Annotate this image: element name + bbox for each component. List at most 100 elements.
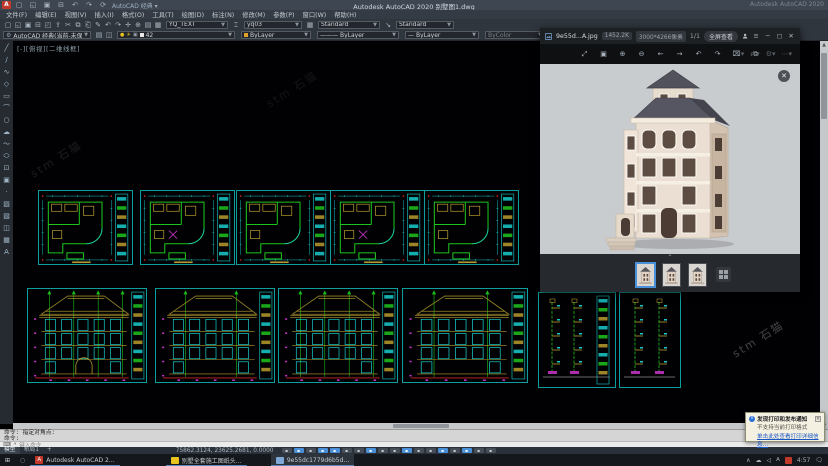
viewport-controls[interactable]: [-][俯视][二维线框] bbox=[17, 43, 80, 53]
fullscreen-view-button[interactable]: 全屏查看 bbox=[704, 31, 738, 42]
menu-item[interactable]: 参数(P) bbox=[273, 10, 294, 19]
point-tool-icon[interactable]: · bbox=[5, 188, 7, 197]
menu-item[interactable]: 文件(F) bbox=[6, 10, 27, 19]
line-tool-icon[interactable]: ╱ bbox=[4, 44, 8, 53]
open-icon[interactable]: ◱ bbox=[13, 20, 23, 30]
layout-tab[interactable]: + bbox=[43, 447, 56, 454]
status-toggle-icon[interactable]: ▪ bbox=[402, 448, 412, 453]
popup-close-icon[interactable]: ✕ bbox=[815, 416, 821, 422]
zoomout-icon[interactable]: ⊖ bbox=[637, 49, 647, 59]
new-icon[interactable]: ▢ bbox=[3, 20, 13, 30]
object-color-combo[interactable]: ByLayer▼ bbox=[241, 31, 311, 39]
zoom-icon[interactable]: ⊕ bbox=[133, 20, 143, 30]
plot-style-combo[interactable]: ByColor▼ bbox=[485, 31, 545, 39]
pan-icon[interactable]: ✛ bbox=[123, 20, 133, 30]
notification-icon[interactable]: 🗨 bbox=[815, 457, 823, 464]
status-toggle-icon[interactable]: ▪ bbox=[426, 448, 436, 453]
plot-icon[interactable]: ⊟ bbox=[33, 20, 43, 30]
viewer-maximize-button[interactable]: ◻ bbox=[776, 32, 784, 40]
rotateleft-icon[interactable]: ↶ bbox=[694, 49, 704, 59]
properties-icon[interactable]: ▤ bbox=[143, 20, 153, 30]
save-icon[interactable]: ▣ bbox=[23, 20, 33, 30]
match-icon[interactable]: ✎ bbox=[93, 20, 103, 30]
volume-icon[interactable]: ◁ bbox=[767, 457, 772, 464]
preview-icon[interactable]: ◰ bbox=[43, 20, 53, 30]
insert-tool-icon[interactable]: ⊡ bbox=[4, 164, 10, 173]
edit-icon[interactable]: ✎▾ bbox=[735, 50, 744, 58]
lineweight-combo[interactable]: — ByLayer▼ bbox=[405, 31, 479, 39]
next-icon[interactable]: → bbox=[675, 49, 685, 59]
layer-states-icon[interactable]: ◫ bbox=[104, 30, 114, 40]
hatch-tool-icon[interactable]: ▨ bbox=[3, 200, 10, 209]
status-toggle-icon[interactable]: ▪ bbox=[390, 448, 400, 453]
menu-item[interactable]: 绘图(D) bbox=[182, 10, 204, 19]
menu-item[interactable]: 标注(N) bbox=[212, 10, 234, 19]
taskbar-app-folder[interactable]: 别墅全套施工图纸头… bbox=[166, 454, 247, 466]
spline-tool-icon[interactable]: ～ bbox=[3, 140, 10, 149]
redo-icon[interactable]: ↷ bbox=[113, 20, 123, 30]
status-toggle-icon[interactable]: ▪ bbox=[474, 448, 484, 453]
undo-icon[interactable]: ↶ bbox=[103, 20, 113, 30]
menu-item[interactable]: 帮助(H) bbox=[334, 10, 356, 19]
table-tool-icon[interactable]: ▦ bbox=[3, 236, 10, 245]
scroll-up-arrow[interactable]: ▲ bbox=[820, 41, 828, 49]
workspace-combo[interactable]: ⚙ AutoCAD 经典(当前-未保存) ▼ bbox=[3, 31, 91, 39]
status-toggle-icon[interactable]: ▪ bbox=[378, 448, 388, 453]
status-toggle-icon[interactable]: ▪ bbox=[306, 448, 316, 453]
status-toggle-icon[interactable]: ▪ bbox=[486, 448, 496, 453]
rotateright-icon[interactable]: ↷ bbox=[713, 49, 723, 59]
region-tool-icon[interactable]: ◫ bbox=[3, 224, 10, 233]
vertical-scrollbar[interactable]: ▲ ▼ bbox=[820, 41, 828, 430]
command-history[interactable]: 命令: 指定对角点:命令: bbox=[0, 429, 828, 441]
status-toggle-icon[interactable]: ▪ bbox=[330, 448, 340, 453]
table-style-combo[interactable]: Standard▼ bbox=[318, 21, 380, 29]
revcloud-tool-icon[interactable]: ☁ bbox=[3, 128, 10, 137]
xline-tool-icon[interactable]: ∕ bbox=[5, 56, 7, 65]
ellipse-tool-icon[interactable]: ⬭ bbox=[4, 152, 10, 161]
mleader-style-combo[interactable]: Standard▼ bbox=[396, 21, 454, 29]
taskbar-search-icon[interactable]: ○ bbox=[15, 454, 30, 466]
block-tool-icon[interactable]: ▣ bbox=[3, 176, 10, 185]
menu-item[interactable]: 工具(T) bbox=[152, 10, 173, 19]
user-icon[interactable] bbox=[742, 32, 748, 40]
menu-item[interactable]: 修改(M) bbox=[242, 10, 265, 19]
rectangle-tool-icon[interactable]: ▭ bbox=[3, 92, 10, 101]
status-toggle-icon[interactable]: ▪ bbox=[342, 448, 352, 453]
network-icon[interactable]: ☁ bbox=[756, 457, 762, 464]
taskbar-app-autocad[interactable]: A Autodesk AutoCAD 2… bbox=[30, 454, 120, 466]
dim-style-combo[interactable]: yq03▼ bbox=[244, 21, 302, 29]
popup-link[interactable]: 单击此处查看打印详细信息… bbox=[749, 432, 821, 448]
prev-icon[interactable]: ← bbox=[656, 49, 666, 59]
layout-tab[interactable]: 模型 bbox=[0, 447, 20, 454]
collapse-thumbnails-icon[interactable]: ⌃ bbox=[662, 255, 678, 261]
more-thumbnails-button[interactable] bbox=[716, 267, 731, 282]
menu-item[interactable]: 格式(O) bbox=[122, 10, 144, 19]
viewer-image-area[interactable]: ✕ bbox=[540, 64, 800, 254]
status-toggle-icon[interactable]: ▪ bbox=[438, 448, 448, 453]
linetype-combo[interactable]: ——— ByLayer▼ bbox=[317, 31, 399, 39]
taskbar-app-image[interactable]: 9e55dc1779d6b5d… bbox=[271, 454, 355, 466]
layer-properties-icon[interactable]: ▤ bbox=[94, 30, 104, 40]
viewer-close-button[interactable]: ✕ bbox=[787, 32, 795, 40]
convert-icon[interactable]: ⇄▾ bbox=[750, 50, 759, 58]
polyline-tool-icon[interactable]: ∿ bbox=[4, 68, 10, 77]
zoomin-icon[interactable]: ⊕ bbox=[618, 49, 628, 59]
tray-expand-icon[interactable]: ∧ bbox=[746, 457, 750, 464]
circle-tool-icon[interactable]: ○ bbox=[3, 116, 9, 125]
fullscreen-icon[interactable]: ⤢ bbox=[580, 49, 590, 59]
image-thumbnail[interactable] bbox=[688, 263, 707, 287]
more-icon[interactable]: ⋯▾ bbox=[781, 50, 792, 58]
designcenter-icon[interactable]: ▦ bbox=[153, 20, 163, 30]
fit-icon[interactable]: ▣ bbox=[599, 49, 609, 59]
viewer-menu-icon[interactable]: ≡ bbox=[752, 32, 760, 40]
menu-item[interactable]: 插入(I) bbox=[94, 10, 113, 19]
cut-icon[interactable]: ✂ bbox=[63, 20, 73, 30]
ime-indicator[interactable]: A bbox=[776, 457, 780, 463]
horizontal-scroll-thumb[interactable] bbox=[393, 424, 449, 428]
gradient-tool-icon[interactable]: ▧ bbox=[3, 212, 10, 221]
image-thumbnail[interactable] bbox=[636, 263, 655, 287]
status-toggle-icon[interactable]: ▪ bbox=[366, 448, 376, 453]
image-close-icon[interactable]: ✕ bbox=[778, 70, 790, 82]
status-toggle-icon[interactable]: ▪ bbox=[414, 448, 424, 453]
clock[interactable]: 4:57 bbox=[797, 457, 810, 464]
